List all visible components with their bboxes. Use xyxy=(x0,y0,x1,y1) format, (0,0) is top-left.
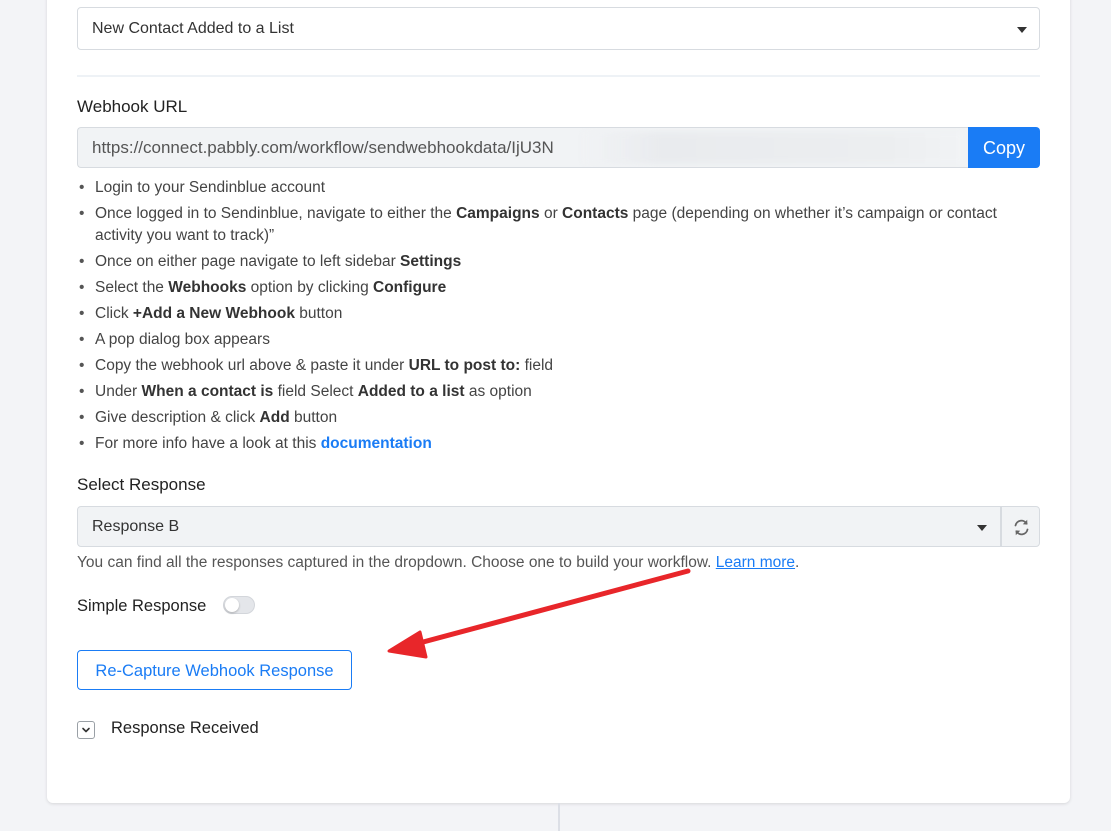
instruction-text: For more info have a look at this xyxy=(95,435,321,452)
response-select-value: Response B xyxy=(92,518,180,535)
instruction-text: Copy the webhook url above & paste it un… xyxy=(95,357,409,374)
chevron-down-icon xyxy=(1017,27,1027,33)
webhook-url-field[interactable]: https://connect.pabbly.com/workflow/send… xyxy=(77,127,969,168)
learn-more-link[interactable]: Learn more xyxy=(716,554,795,571)
instruction-text: button xyxy=(289,409,338,426)
instruction-emphasis: Webhooks xyxy=(168,279,247,296)
instruction-item: Give description & click Add button xyxy=(77,407,1037,429)
copy-button[interactable]: Copy xyxy=(968,127,1040,168)
instruction-emphasis: Add xyxy=(259,409,290,426)
instruction-emphasis: When a contact is xyxy=(141,383,274,400)
instruction-emphasis: Contacts xyxy=(562,205,629,222)
instruction-text: field xyxy=(520,357,554,374)
instruction-item: Click +Add a New Webhook button xyxy=(77,303,1037,325)
instruction-text: or xyxy=(539,205,563,222)
instruction-text: Once logged in to Sendinblue, navigate t… xyxy=(95,205,457,222)
instruction-item: For more info have a look at this docume… xyxy=(77,433,1037,455)
instruction-text: Click xyxy=(95,305,133,322)
refresh-button[interactable] xyxy=(1001,506,1040,547)
divider xyxy=(77,75,1040,77)
instruction-emphasis: Settings xyxy=(400,253,462,270)
instruction-item: Once logged in to Sendinblue, navigate t… xyxy=(77,203,1037,247)
simple-response-label: Simple Response xyxy=(77,597,207,615)
response-help-suffix: . xyxy=(795,554,800,571)
response-help-text-body: You can find all the responses captured … xyxy=(77,554,716,571)
instruction-text: as option xyxy=(464,383,532,400)
instruction-text: Select the xyxy=(95,279,169,296)
instructions-list: Login to your Sendinblue account Once log… xyxy=(77,177,1037,459)
instruction-emphasis: Campaigns xyxy=(456,205,540,222)
instruction-text: Login to your Sendinblue account xyxy=(95,179,326,196)
instruction-text: Under xyxy=(95,383,142,400)
instruction-text: A pop dialog box appears xyxy=(95,331,270,348)
response-received-toggle[interactable] xyxy=(77,721,95,739)
instruction-emphasis: Added to a list xyxy=(357,383,465,400)
chevron-down-icon xyxy=(82,727,90,733)
documentation-link[interactable]: documentation xyxy=(321,435,432,452)
instruction-item: Under When a contact is field Select Add… xyxy=(77,381,1037,403)
webhook-url-value: https://connect.pabbly.com/workflow/send… xyxy=(92,138,554,157)
webhook-url-label: Webhook URL xyxy=(77,97,188,116)
chevron-down-icon xyxy=(977,525,987,531)
instruction-text: Once on either page navigate to left sid… xyxy=(95,253,401,270)
select-response-label: Select Response xyxy=(77,475,206,494)
refresh-icon xyxy=(1014,519,1029,536)
trigger-event-value: New Contact Added to a List xyxy=(92,20,294,37)
redacted-blur xyxy=(583,132,963,164)
recapture-webhook-response-button[interactable]: Re-Capture Webhook Response xyxy=(77,650,352,690)
instruction-emphasis: +Add a New Webhook xyxy=(132,305,295,322)
response-select[interactable]: Response B xyxy=(77,506,1001,547)
instruction-item: Select the Webhooks option by clicking C… xyxy=(77,277,1037,299)
instruction-item: Copy the webhook url above & paste it un… xyxy=(77,355,1037,377)
connector-line xyxy=(558,803,560,831)
instruction-text: button xyxy=(294,305,343,322)
instruction-emphasis: URL to post to: xyxy=(408,357,521,374)
instruction-text: Give description & click xyxy=(95,409,260,426)
instruction-item: A pop dialog box appears xyxy=(77,329,1037,351)
instruction-item: Login to your Sendinblue account xyxy=(77,177,1037,199)
instruction-item: Once on either page navigate to left sid… xyxy=(77,251,1037,273)
response-received-label: Response Received xyxy=(111,719,259,737)
instruction-text: field Select xyxy=(273,383,358,400)
simple-response-toggle[interactable] xyxy=(223,596,255,614)
instruction-text: option by clicking xyxy=(246,279,373,296)
toggle-knob xyxy=(225,598,239,612)
response-help-text: You can find all the responses captured … xyxy=(77,553,799,573)
trigger-event-select[interactable]: New Contact Added to a List xyxy=(77,7,1040,50)
instruction-emphasis: Configure xyxy=(373,279,447,296)
